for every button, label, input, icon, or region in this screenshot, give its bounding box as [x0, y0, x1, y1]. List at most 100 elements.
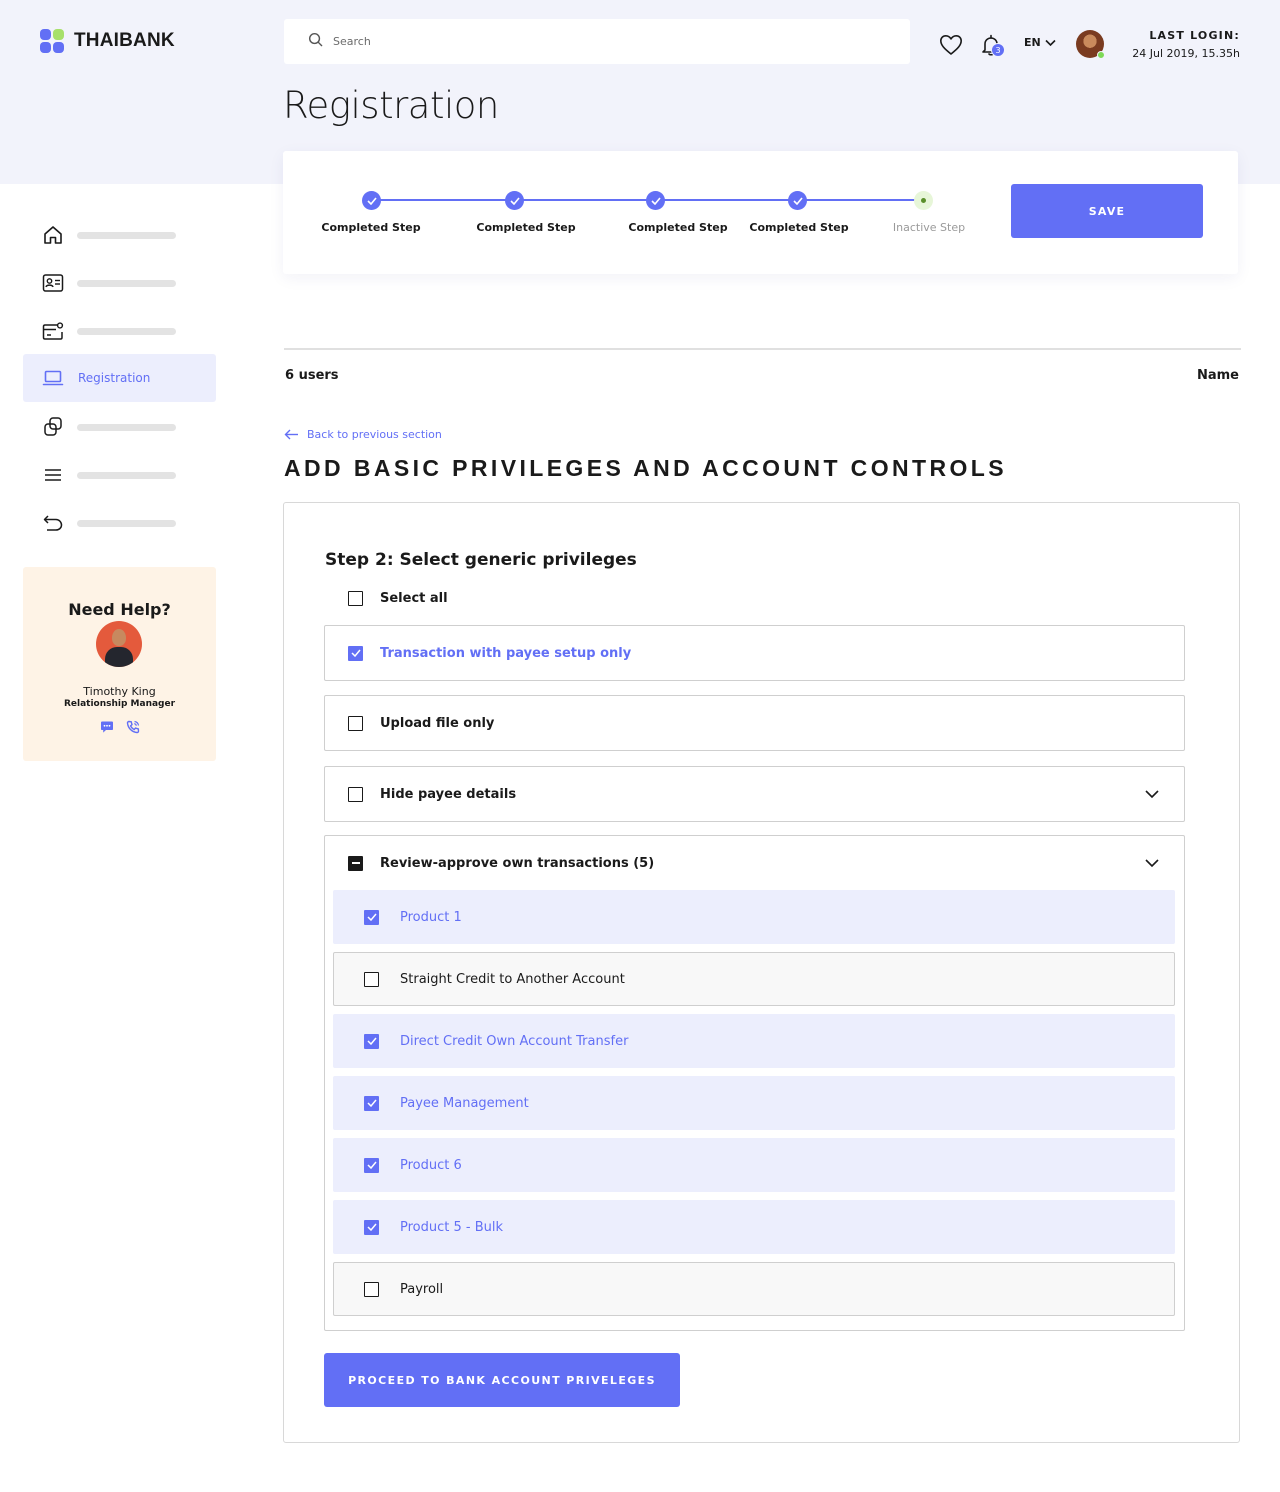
- sidebar-item-documents[interactable]: [23, 403, 216, 451]
- sub-privilege-item[interactable]: Direct Credit Own Account Transfer: [333, 1014, 1175, 1068]
- group-header[interactable]: Review-approve own transactions (5): [325, 836, 1184, 890]
- privilege-checkbox[interactable]: [348, 645, 363, 661]
- proceed-to-bank-account-button[interactable]: PROCEED TO BANK ACCOUNT PRIVELEGES: [324, 1353, 680, 1407]
- step-connector: [655, 199, 797, 201]
- sidebar-placeholder-bar: [77, 423, 176, 431]
- step-completed-check-icon[interactable]: [505, 191, 524, 210]
- sub-privilege-checkbox[interactable]: [364, 971, 379, 987]
- sub-privilege-item[interactable]: Payee Management: [333, 1076, 1175, 1130]
- sub-privilege-item[interactable]: Payroll: [333, 1262, 1175, 1316]
- sidebar-placeholder-bar: [77, 327, 176, 335]
- page-title: Registration: [283, 84, 499, 127]
- help-title: Need Help?: [68, 600, 171, 619]
- notification-count-badge: 3: [991, 43, 1005, 57]
- sidebar-placeholder-bar: [77, 471, 176, 479]
- sidebar-placeholder-bar: [77, 231, 176, 239]
- sidebar-item-home[interactable]: [23, 211, 216, 259]
- select-all-checkbox[interactable]: [348, 591, 363, 606]
- registration-stepper: Completed Step Completed Step Completed …: [283, 151, 1238, 274]
- step-heading: Step 2: Select generic privileges: [325, 550, 637, 570]
- step-label: Completed Step: [749, 221, 849, 234]
- chevron-down-icon[interactable]: [1144, 786, 1160, 802]
- notifications-bell-icon[interactable]: 3: [976, 30, 1006, 60]
- privilege-label: Hide payee details: [380, 786, 517, 802]
- step-inactive-dot-icon: [914, 191, 933, 210]
- group-checkbox[interactable]: [348, 855, 363, 871]
- save-button[interactable]: SAVE: [1011, 184, 1203, 238]
- back-to-previous-link[interactable]: Back to previous section: [284, 428, 442, 441]
- step-completed-check-icon[interactable]: [788, 191, 807, 210]
- sub-privilege-checkbox[interactable]: [364, 1281, 379, 1297]
- undo-icon: [41, 511, 65, 535]
- sub-privilege-checkbox[interactable]: [364, 909, 379, 925]
- sidebar-item-more[interactable]: [23, 451, 216, 499]
- privilege-transaction-payee-setup[interactable]: Transaction with payee setup only: [324, 625, 1185, 681]
- step-completed-check-icon[interactable]: [362, 191, 381, 210]
- group-label: Review-approve own transactions (5): [380, 855, 655, 871]
- step-label: Completed Step: [628, 221, 728, 234]
- sub-privilege-label: Payee Management: [400, 1095, 529, 1111]
- sidebar-item-cards[interactable]: [23, 307, 216, 355]
- section-divider: [284, 348, 1241, 350]
- sub-privilege-checkbox[interactable]: [364, 1219, 379, 1235]
- online-status-indicator: [1097, 51, 1105, 59]
- sub-privilege-item[interactable]: Product 1: [333, 890, 1175, 944]
- user-avatar[interactable]: [1076, 30, 1105, 59]
- sub-privilege-item[interactable]: Straight Credit to Another Account: [333, 952, 1175, 1006]
- step-connector: [797, 199, 923, 201]
- copy-icon: [41, 415, 65, 439]
- privilege-upload-file-only[interactable]: Upload file only: [324, 695, 1185, 751]
- last-login-time: 24 Jul 2019, 15.35h: [1132, 47, 1240, 60]
- privilege-group-review-approve: Review-approve own transactions (5) Prod…: [324, 835, 1185, 1331]
- last-login-label: LAST LOGIN:: [1149, 29, 1240, 42]
- language-selector[interactable]: EN: [1024, 36, 1056, 49]
- last-login-info: LAST LOGIN: 24 Jul 2019, 15.35h: [1132, 29, 1240, 60]
- search-icon: [308, 32, 323, 51]
- step-completed-check-icon[interactable]: [646, 191, 665, 210]
- privileges-card: Step 2: Select generic privileges Select…: [283, 502, 1240, 1443]
- privilege-checkbox[interactable]: [348, 786, 363, 802]
- phone-icon[interactable]: [126, 719, 140, 738]
- back-link-label: Back to previous section: [307, 428, 442, 441]
- sub-privilege-item[interactable]: Product 6: [333, 1138, 1175, 1192]
- sub-privilege-checkbox[interactable]: [364, 1033, 379, 1049]
- brand-logo[interactable]: THAIBANK: [40, 29, 175, 53]
- arrow-left-icon: [284, 429, 298, 440]
- select-all-option[interactable]: Select all: [348, 591, 448, 606]
- step-label: Inactive Step: [892, 221, 966, 234]
- name-column-header[interactable]: Name: [1197, 368, 1239, 383]
- manager-role: Relationship Manager: [63, 699, 176, 709]
- privilege-checkbox[interactable]: [348, 715, 363, 731]
- sidebar-item-logout[interactable]: [23, 499, 216, 547]
- select-all-label: Select all: [380, 591, 448, 606]
- sub-privilege-label: Product 6: [400, 1157, 462, 1173]
- section-title: ADD BASIC PRIVILEGES AND ACCOUNT CONTROL…: [284, 455, 1007, 481]
- sub-privilege-label: Straight Credit to Another Account: [400, 971, 625, 987]
- manager-avatar: [96, 621, 142, 667]
- chevron-down-icon[interactable]: [1144, 855, 1160, 871]
- step-connector: [371, 199, 514, 201]
- privilege-label: Transaction with payee setup only: [380, 645, 632, 661]
- sub-privilege-label: Direct Credit Own Account Transfer: [400, 1033, 629, 1049]
- sidebar-placeholder-bar: [77, 279, 176, 287]
- privilege-hide-payee-details[interactable]: Hide payee details: [324, 766, 1185, 822]
- sidebar-item-registration[interactable]: Registration: [23, 354, 216, 402]
- language-label: EN: [1024, 36, 1041, 49]
- id-card-icon: [41, 271, 65, 295]
- manager-name: Timothy King: [83, 685, 156, 698]
- sub-privilege-label: Payroll: [400, 1281, 444, 1297]
- sub-privilege-item[interactable]: Product 5 - Bulk: [333, 1200, 1175, 1254]
- help-actions: [23, 719, 216, 738]
- sidebar-item-profile[interactable]: [23, 259, 216, 307]
- step-connector: [514, 199, 655, 201]
- search-bar[interactable]: [284, 19, 910, 64]
- chat-icon[interactable]: [100, 719, 114, 738]
- sidebar-item-label: Registration: [78, 371, 151, 385]
- logo-mark-icon: [40, 29, 66, 53]
- home-icon: [41, 223, 65, 247]
- sub-privilege-checkbox[interactable]: [364, 1157, 379, 1173]
- search-input[interactable]: [333, 35, 833, 48]
- sub-privilege-checkbox[interactable]: [364, 1095, 379, 1111]
- help-card: Need Help? Timothy King Relationship Man…: [23, 567, 216, 761]
- favorites-heart-icon[interactable]: [938, 32, 964, 58]
